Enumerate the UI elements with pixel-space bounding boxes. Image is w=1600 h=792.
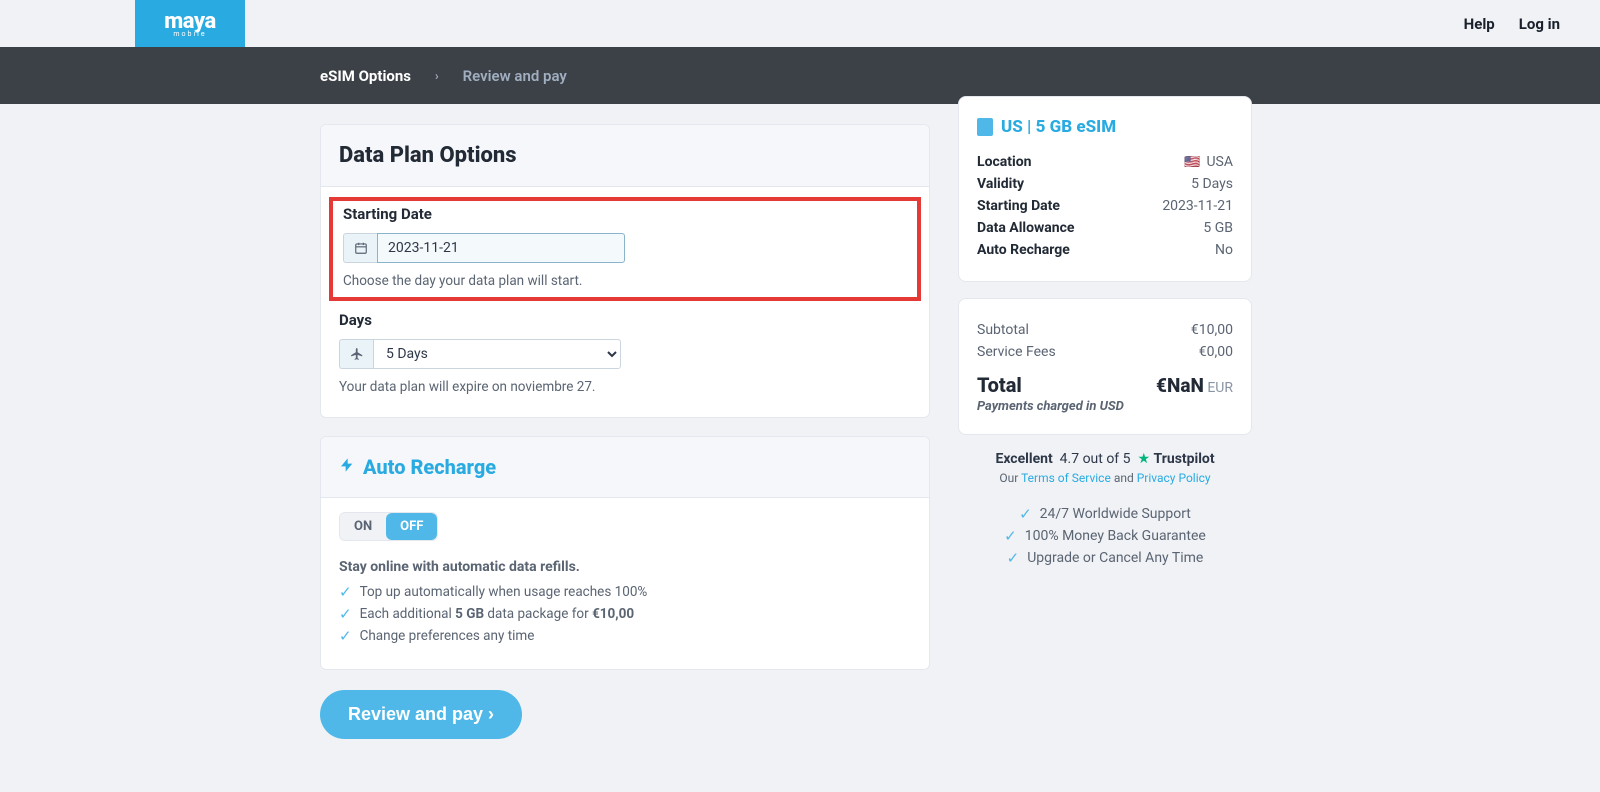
esim-summary-card: US | 5 GB eSIM Location 🇺🇸USA Validity 5 D… (958, 96, 1252, 282)
plane-icon (339, 339, 373, 369)
star-icon: ★ (1137, 451, 1150, 467)
starting-date-input[interactable] (377, 233, 625, 263)
auto-recharge-title: Auto Recharge (363, 455, 496, 479)
terms-line: Our Terms of Service and Privacy Policy (958, 471, 1252, 485)
breadcrumb: eSIM Options › Review and pay (0, 47, 1600, 104)
starting-date-input-row (343, 233, 625, 263)
summary-value: 2023-11-21 (1162, 198, 1233, 214)
feature-text: Upgrade or Cancel Any Time (1027, 550, 1203, 566)
summary-key: Location (977, 154, 1031, 170)
summary-key: Starting Date (977, 198, 1060, 214)
help-link[interactable]: Help (1464, 15, 1495, 33)
esim-summary-title: US | 5 GB eSIM (977, 117, 1233, 137)
check-icon: ✓ (1007, 549, 1020, 567)
benefit-text: Top up automatically when usage reaches … (360, 584, 648, 600)
bolt-icon (339, 457, 355, 477)
feature-text: 100% Money Back Guarantee (1025, 528, 1206, 544)
benefit-text: Change preferences any time (360, 628, 535, 644)
auto-recharge-card: Auto Recharge ON OFF Stay online with au… (320, 436, 930, 670)
flag-icon: 🇺🇸 (1184, 155, 1200, 170)
trust-rating-word: Excellent (995, 451, 1052, 467)
days-select[interactable]: 5 Days (373, 339, 621, 369)
breadcrumb-step-2: Review and pay (463, 67, 567, 85)
breadcrumb-step-1[interactable]: eSIM Options (320, 67, 411, 85)
trustpilot-label: Trustpilot (1154, 451, 1215, 467)
review-and-pay-button[interactable]: Review and pay › (320, 690, 522, 739)
starting-date-label: Starting Date (343, 205, 907, 223)
subtotal-label: Subtotal (977, 322, 1029, 338)
data-plan-title: Data Plan Options (339, 143, 911, 168)
calendar-icon[interactable] (343, 233, 377, 263)
check-icon: ✓ (1004, 527, 1017, 545)
benefit-text: Each additional 5 GB data package for €1… (360, 606, 635, 622)
terms-link[interactable]: Terms of Service (1021, 471, 1111, 485)
pricing-card: Subtotal €10,00 Service Fees €0,00 Total €… (958, 298, 1252, 435)
days-helper: Your data plan will expire on noviembre … (339, 379, 911, 395)
feature-text: 24/7 Worldwide Support (1040, 506, 1191, 522)
currency-note: Payments charged in USD (977, 399, 1233, 414)
toggle-on[interactable]: ON (340, 513, 386, 540)
days-label: Days (339, 311, 911, 329)
fees-value: €0,00 (1199, 344, 1233, 360)
top-bar: maya mobile Help Log in (0, 0, 1600, 47)
subtotal-value: €10,00 (1191, 322, 1233, 338)
esim-icon (977, 118, 993, 136)
starting-date-helper: Choose the day your data plan will start… (343, 273, 907, 289)
auto-recharge-subtitle: Stay online with automatic data refills. (339, 559, 911, 575)
check-icon: ✓ (339, 583, 352, 601)
total-label: Total (977, 373, 1022, 397)
starting-date-highlight: Starting Date Choose the day your data p… (329, 197, 921, 301)
fees-label: Service Fees (977, 344, 1056, 360)
summary-value: 5 GB (1203, 220, 1233, 236)
summary-value: No (1215, 242, 1233, 258)
toggle-off[interactable]: OFF (386, 513, 437, 540)
check-icon: ✓ (1019, 505, 1032, 523)
check-icon: ✓ (339, 605, 352, 623)
data-plan-header: Data Plan Options (321, 125, 929, 187)
total-amount: €NaN (1156, 374, 1204, 397)
summary-key: Validity (977, 176, 1024, 192)
chevron-right-icon: › (435, 69, 439, 83)
logo[interactable]: maya mobile (135, 0, 245, 47)
auto-recharge-toggle[interactable]: ON OFF (339, 512, 438, 541)
data-plan-card: Data Plan Options Starting Date Choose t… (320, 124, 930, 418)
privacy-link[interactable]: Privacy Policy (1137, 471, 1211, 485)
summary-value: 🇺🇸USA (1184, 154, 1233, 170)
trustpilot-widget: Excellent 4.7 out of 5 ★ Trustpilot (958, 451, 1252, 467)
feature-list: ✓ 24/7 Worldwide Support ✓ 100% Money Back… (958, 503, 1252, 569)
trust-rating-score: 4.7 out of 5 (1060, 451, 1131, 467)
summary-key: Data Allowance (977, 220, 1075, 236)
days-input-row: 5 Days (339, 339, 621, 369)
top-nav: Help Log in (1464, 15, 1560, 33)
login-link[interactable]: Log in (1519, 15, 1560, 33)
check-icon: ✓ (339, 627, 352, 645)
auto-recharge-header: Auto Recharge (321, 437, 929, 498)
total-currency: EUR (1207, 380, 1233, 396)
auto-recharge-benefits: ✓ Top up automatically when usage reaches… (339, 581, 911, 647)
summary-value: 5 Days (1191, 176, 1233, 192)
summary-key: Auto Recharge (977, 242, 1070, 258)
